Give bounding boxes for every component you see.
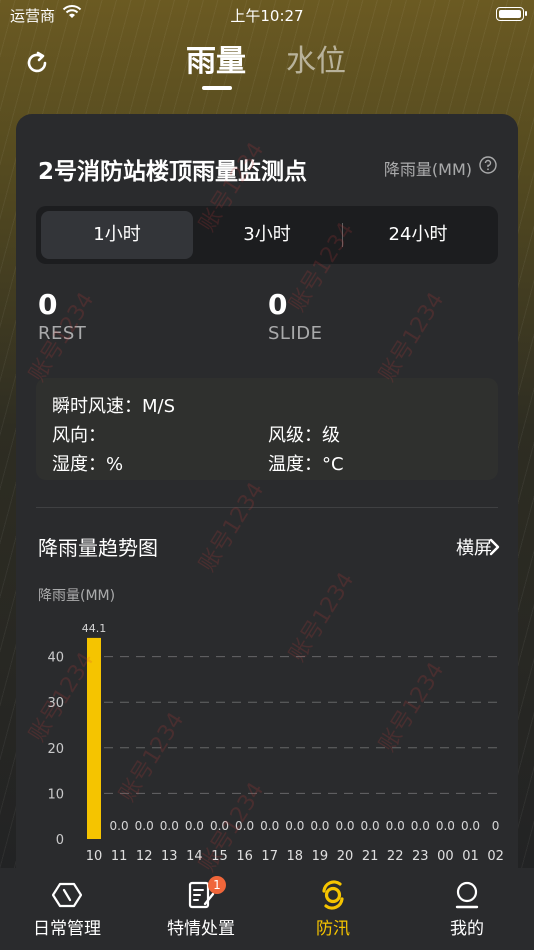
nav-mine-label: 我的 [450, 919, 484, 939]
tab-rainfall[interactable]: 雨量 [186, 36, 246, 80]
bar-data-label: 0.0 [185, 819, 204, 833]
bar-data-label: 44.1 [82, 622, 107, 635]
status-bar: 运营商 上午10:27 [0, 0, 534, 30]
y-tick-label: 30 [47, 696, 64, 711]
x-tick-label: 18 [287, 849, 304, 864]
tab-indicator [202, 86, 232, 90]
x-tick-label: 01 [462, 849, 479, 864]
x-tick-label: 02 [487, 849, 504, 864]
weather-panel: 瞬时风速：M/S 风向： 风级：级 湿度：% 温度：°C [36, 378, 498, 480]
chart-bar [87, 637, 101, 839]
nav-incident-handling-label: 特情处置 [167, 919, 235, 939]
bar-data-label: 0.0 [361, 819, 380, 833]
trend-title: 降雨量趋势图 [38, 536, 158, 560]
x-tick-label: 00 [437, 849, 454, 864]
chevron-right-icon[interactable] [488, 538, 500, 556]
y-tick-label: 0 [56, 833, 64, 848]
time-range-selector: 1小时 3小时 24小时 [36, 206, 498, 264]
help-icon[interactable] [479, 156, 497, 174]
bar-data-label: 0.0 [285, 819, 304, 833]
nav-daily-management[interactable]: 日常管理 [0, 868, 134, 950]
wind-direction: 风向： [52, 425, 106, 446]
bar-data-label: 0.0 [110, 819, 129, 833]
rainfall-unit-label: 降雨量(MM) [383, 160, 472, 179]
x-tick-label: 11 [111, 849, 128, 864]
bar-data-label: 0.0 [386, 819, 405, 833]
bar-data-label: 0.0 [461, 819, 480, 833]
nav-daily-management-label: 日常管理 [33, 919, 101, 939]
nav-mine[interactable]: 我的 [400, 868, 534, 950]
tab-water-level[interactable]: 水位 [286, 36, 346, 80]
bar-data-label: 0.0 [160, 819, 179, 833]
y-tick-label: 20 [47, 742, 64, 757]
x-tick-label: 15 [211, 849, 228, 864]
bar-data-label: 0.0 [310, 819, 329, 833]
y-tick-label: 40 [47, 651, 64, 666]
bar-data-label: 0.0 [335, 819, 354, 833]
bar-data-label: 0.0 [135, 819, 154, 833]
bottom-nav: 日常管理 1 特情处置 防汛 我的 [0, 868, 534, 950]
stat-slide-label: SLIDE [268, 323, 323, 344]
x-tick-label: 16 [236, 849, 253, 864]
bar-data-label: 0.0 [411, 819, 430, 833]
x-tick-label: 21 [362, 849, 379, 864]
stat-rest-label: REST [38, 323, 87, 344]
temperature: 温度：°C [268, 454, 344, 475]
top-tabs: 雨量 水位 [0, 36, 534, 96]
rainfall-trend-chart: 01020304044.1100.0110.0120.0130.0140.015… [47, 622, 504, 864]
x-tick-label: 13 [161, 849, 178, 864]
x-tick-label: 10 [86, 849, 103, 864]
stat-rest-value: 0 [38, 288, 58, 321]
x-tick-label: 22 [387, 849, 404, 864]
segment-1-hour[interactable]: 1小时 [41, 211, 193, 259]
x-tick-label: 17 [261, 849, 278, 864]
battery-icon [496, 7, 527, 21]
wind-speed: 瞬时风速：M/S [52, 396, 176, 417]
chart-y-unit: 降雨量(MM) [38, 588, 116, 604]
bar-data-label: 0.0 [260, 819, 279, 833]
bar-data-label: 0 [492, 819, 500, 833]
wind-level: 风级：级 [268, 425, 340, 446]
segment-24-hours[interactable]: 24小时 [342, 211, 494, 259]
bar-data-label: 0.0 [235, 819, 254, 833]
stat-slide-value: 0 [268, 288, 288, 321]
nav-incident-handling[interactable]: 1 特情处置 [134, 868, 268, 950]
stat-slide: 0 SLIDE [268, 288, 323, 344]
x-tick-label: 20 [337, 849, 354, 864]
bar-data-label: 0.0 [436, 819, 455, 833]
station-title: 2号消防站楼顶雨量监测点 [38, 159, 308, 185]
humidity: 湿度：% [52, 454, 124, 475]
nav-flood-control[interactable]: 防汛 [266, 868, 400, 950]
x-tick-label: 12 [136, 849, 153, 864]
landscape-button[interactable]: 横屏 [456, 534, 492, 560]
hexagon-icon [52, 882, 82, 908]
clock: 上午10:27 [230, 7, 304, 25]
stat-rest: 0 REST [38, 288, 86, 344]
x-tick-label: 19 [312, 849, 329, 864]
user-icon [455, 881, 479, 909]
typhoon-icon [322, 880, 344, 910]
segment-3-hours[interactable]: 3小时 [191, 211, 343, 259]
section-divider [36, 507, 498, 508]
notification-badge: 1 [208, 876, 226, 894]
y-tick-label: 10 [47, 787, 64, 802]
x-tick-label: 14 [186, 849, 203, 864]
x-tick-label: 23 [412, 849, 429, 864]
nav-flood-control-label: 防汛 [316, 919, 350, 939]
bar-data-label: 0.0 [210, 819, 229, 833]
